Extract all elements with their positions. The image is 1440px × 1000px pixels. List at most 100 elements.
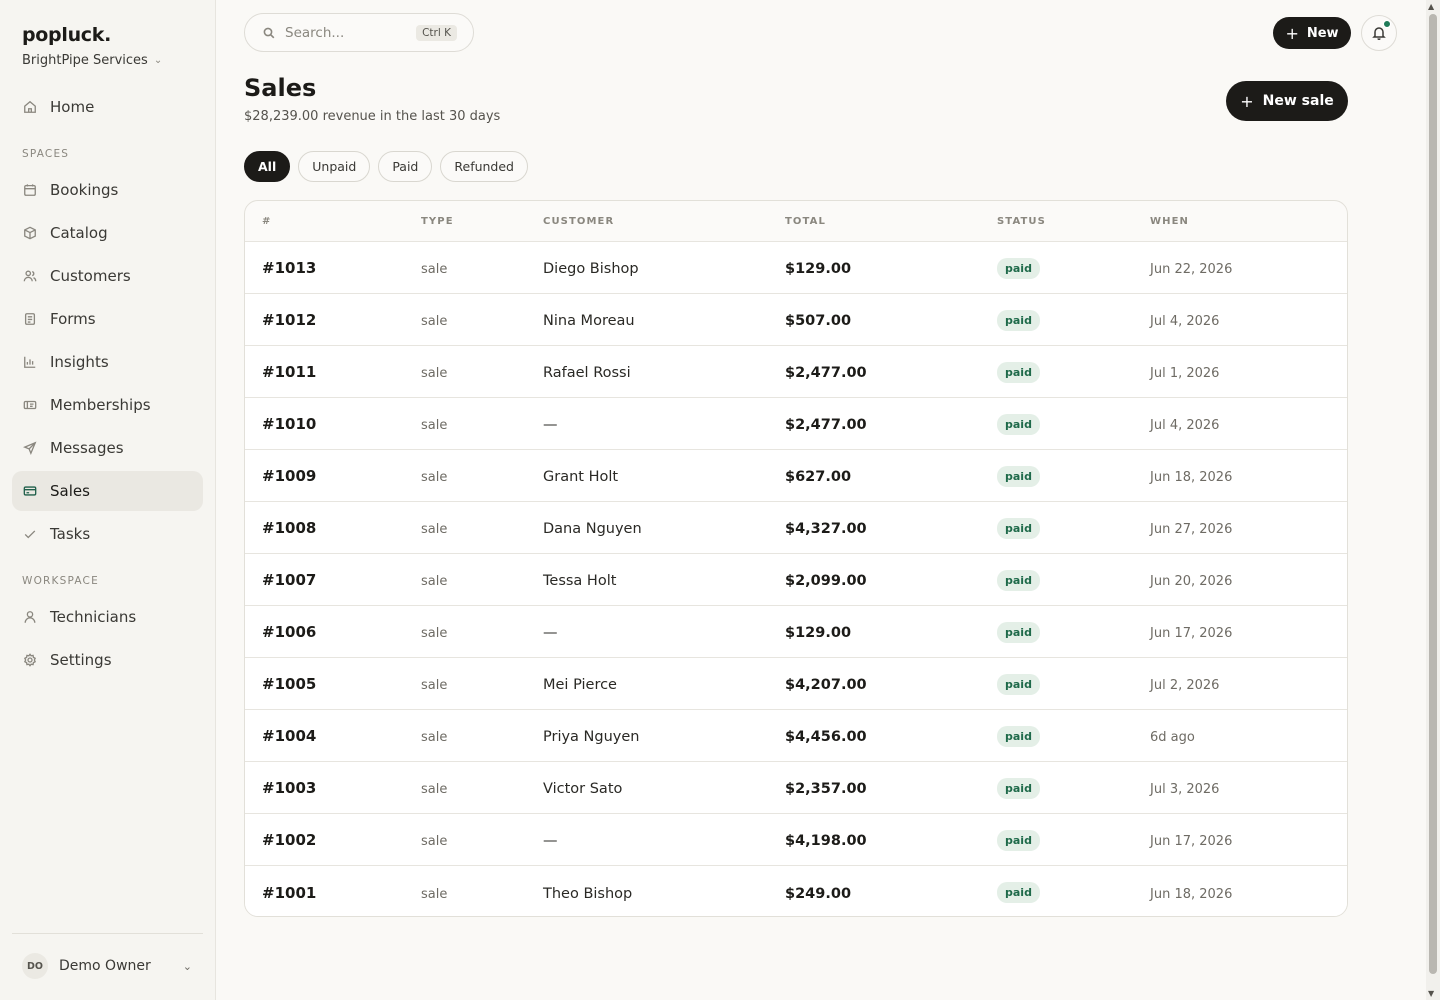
cell-customer: Priya Nguyen xyxy=(543,726,785,745)
cell-number: #1007 xyxy=(245,570,421,589)
filter-chip-refunded[interactable]: Refunded xyxy=(440,151,528,182)
cell-customer: Nina Moreau xyxy=(543,310,785,329)
cell-when: Jun 18, 2026 xyxy=(1150,883,1340,902)
table-row[interactable]: #1001 sale Theo Bishop $249.00 paid Jun 18, 2… xyxy=(245,866,1347,916)
sidebar-item-customers[interactable]: Customers xyxy=(12,256,203,296)
type-text: sale xyxy=(421,834,448,849)
filter-chip-unpaid[interactable]: Unpaid xyxy=(298,151,371,182)
cell-type: sale xyxy=(421,674,543,693)
cell-customer: Tessa Holt xyxy=(543,570,785,589)
chevron-down-icon: ⌄ xyxy=(153,55,163,66)
chevron-down-icon: ⌄ xyxy=(182,959,192,973)
cell-type: sale xyxy=(421,570,543,589)
org-switcher[interactable]: BrightPipe Services ⌄ xyxy=(22,53,162,68)
table-row[interactable]: #1004 sale Priya Nguyen $4,456.00 paid 6d ago xyxy=(245,710,1347,762)
sidebar-item-label: Catalog xyxy=(50,224,108,242)
table-row[interactable]: #1010 sale — $2,477.00 paid Jul 4, 2026 xyxy=(245,398,1347,450)
sidebar-item-catalog[interactable]: Catalog xyxy=(12,213,203,253)
column-header-total[interactable]: TOTAL xyxy=(785,216,997,227)
column-header-number[interactable]: # xyxy=(245,216,421,227)
customer-text: Nina Moreau xyxy=(543,313,635,329)
table-row[interactable]: #1006 sale — $129.00 paid Jun 17, 2026 xyxy=(245,606,1347,658)
users-icon xyxy=(22,268,38,284)
status-badge: paid xyxy=(997,309,1040,331)
cell-when: 6d ago xyxy=(1150,726,1340,745)
total-text: $129.00 xyxy=(785,261,852,277)
table-row[interactable]: #1007 sale Tessa Holt $2,099.00 paid Jun 20, … xyxy=(245,554,1347,606)
column-header-type[interactable]: TYPE xyxy=(421,216,543,227)
column-header-status[interactable]: STATUS xyxy=(997,216,1150,227)
column-header-customer[interactable]: CUSTOMER xyxy=(543,216,785,227)
table-row[interactable]: #1013 sale Diego Bishop $129.00 paid Jun 22, … xyxy=(245,242,1347,294)
sidebar-item-label: Settings xyxy=(50,651,112,669)
sidebar-item-forms[interactable]: Forms xyxy=(12,299,203,339)
customer-text: — xyxy=(543,625,558,641)
table-row[interactable]: #1005 sale Mei Pierce $4,207.00 paid Jul 2, 2… xyxy=(245,658,1347,710)
cell-when: Jun 20, 2026 xyxy=(1150,570,1340,589)
cell-total: $2,477.00 xyxy=(785,362,997,381)
filter-chip-paid[interactable]: Paid xyxy=(378,151,433,182)
cell-type: sale xyxy=(421,778,543,797)
page-scrollbar[interactable]: ▲ ▼ xyxy=(1426,0,1440,1000)
sidebar-item-insights[interactable]: Insights xyxy=(12,342,203,382)
cell-total: $507.00 xyxy=(785,310,997,329)
cell-status: paid xyxy=(997,673,1150,695)
customer-text: Priya Nguyen xyxy=(543,729,640,745)
cell-status: paid xyxy=(997,569,1150,591)
when-text: 6d ago xyxy=(1150,730,1195,745)
sidebar-item-bookings[interactable]: Bookings xyxy=(12,170,203,210)
notifications-button[interactable] xyxy=(1361,15,1397,51)
new-button[interactable]: + New xyxy=(1273,17,1351,49)
status-badge: paid xyxy=(997,465,1040,487)
sidebar-item-sales[interactable]: Sales xyxy=(12,471,203,511)
box-icon xyxy=(22,225,38,241)
sidebar-item-technicians[interactable]: Technicians xyxy=(12,597,203,637)
status-badge: paid xyxy=(997,777,1040,799)
page-title: Sales xyxy=(244,74,317,102)
scrollbar-thumb[interactable] xyxy=(1429,14,1437,974)
type-text: sale xyxy=(421,366,448,381)
new-sale-button[interactable]: + New sale xyxy=(1226,81,1348,121)
scroll-up-arrow-icon[interactable]: ▲ xyxy=(1428,2,1434,11)
gear-icon xyxy=(22,652,38,668)
sidebar-item-label: Insights xyxy=(50,353,109,371)
number-text: #1008 xyxy=(262,519,317,537)
sidebar-item-label: Messages xyxy=(50,439,124,457)
cell-status: paid xyxy=(997,361,1150,383)
cell-type: sale xyxy=(421,310,543,329)
when-text: Jul 4, 2026 xyxy=(1150,314,1220,329)
sidebar-item-tasks[interactable]: Tasks xyxy=(12,514,203,554)
column-header-when[interactable]: WHEN xyxy=(1150,216,1340,227)
table-row[interactable]: #1003 sale Victor Sato $2,357.00 paid Jul 3, … xyxy=(245,762,1347,814)
cell-customer: Grant Holt xyxy=(543,466,785,485)
customer-text: Tessa Holt xyxy=(543,573,617,589)
brand-logo[interactable]: popluck. xyxy=(22,24,111,46)
table-row[interactable]: #1011 sale Rafael Rossi $2,477.00 paid Jul 1,… xyxy=(245,346,1347,398)
cell-type: sale xyxy=(421,258,543,277)
table-header: # TYPE CUSTOMER TOTAL STATUS WHEN xyxy=(245,201,1347,242)
type-text: sale xyxy=(421,782,448,797)
cell-number: #1010 xyxy=(245,414,421,433)
cell-type: sale xyxy=(421,622,543,641)
filter-chip-all[interactable]: All xyxy=(244,151,291,182)
cell-type: sale xyxy=(421,883,543,902)
sidebar-item-memberships[interactable]: Memberships xyxy=(12,385,203,425)
search-bar[interactable]: Ctrl K xyxy=(244,13,474,52)
table-row[interactable]: #1002 sale — $4,198.00 paid Jun 17, 2026 xyxy=(245,814,1347,866)
type-text: sale xyxy=(421,886,448,902)
scroll-down-arrow-icon[interactable]: ▼ xyxy=(1428,989,1434,998)
cell-type: sale xyxy=(421,518,543,537)
search-input[interactable] xyxy=(285,24,405,41)
cell-customer: Diego Bishop xyxy=(543,258,785,277)
table-row[interactable]: #1012 sale Nina Moreau $507.00 paid Jul 4, 20… xyxy=(245,294,1347,346)
type-text: sale xyxy=(421,262,448,277)
sidebar-item-home[interactable]: Home xyxy=(12,87,203,127)
sidebar-item-settings[interactable]: Settings xyxy=(12,640,203,680)
type-text: sale xyxy=(421,470,448,485)
account-menu[interactable]: DO Demo Owner ⌄ xyxy=(22,952,192,980)
cell-number: #1006 xyxy=(245,622,421,641)
sidebar-item-messages[interactable]: Messages xyxy=(12,428,203,468)
table-row[interactable]: #1009 sale Grant Holt $627.00 paid Jun 18, 20… xyxy=(245,450,1347,502)
table-row[interactable]: #1008 sale Dana Nguyen $4,327.00 paid Jun 27,… xyxy=(245,502,1347,554)
total-text: $4,327.00 xyxy=(785,521,867,537)
